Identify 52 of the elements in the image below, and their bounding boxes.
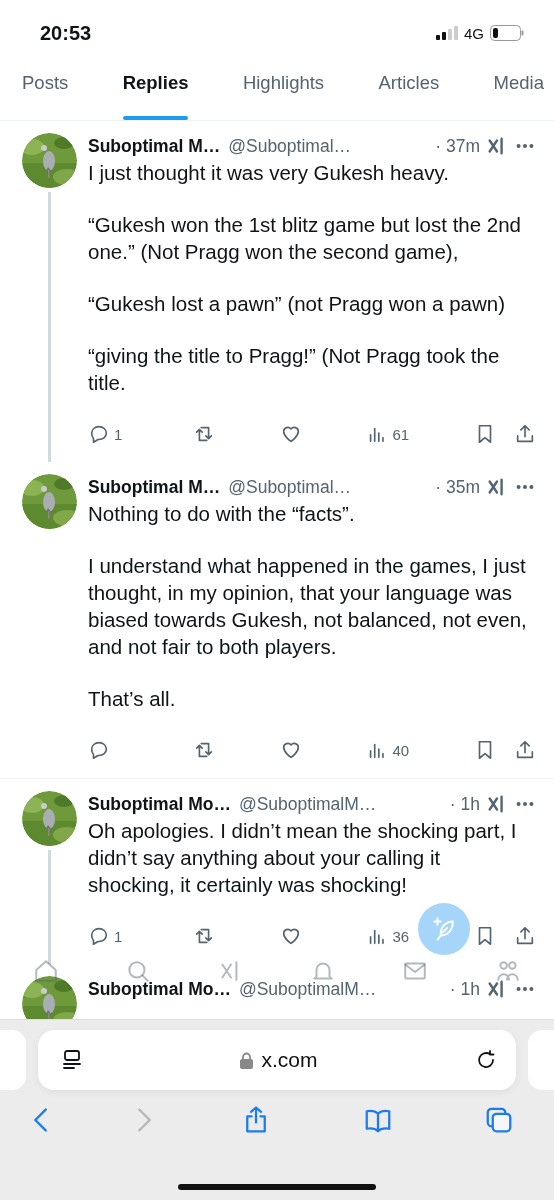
author-name: Suboptimal Mo… — [88, 978, 231, 1000]
battery-icon — [490, 25, 524, 41]
back-button[interactable] — [34, 1108, 47, 1132]
clock-time: 20:53 — [40, 21, 92, 45]
post-time: · 1h — [449, 978, 480, 1000]
url-text: x.com — [261, 1048, 318, 1072]
home-icon — [33, 958, 60, 984]
post-text: Oh apologies. I didn’t mean the shocking part, I didn’t say anything about your calling it shocking, it certainly was shocking! — [88, 818, 518, 898]
post-text: That’s all. — [88, 686, 177, 712]
author-name: Suboptimal Mo… — [88, 793, 231, 815]
author-handle: @Suboptimal… — [228, 476, 352, 498]
post-text: “Gukesh won the 1st blitz game but lost the 2nd one.” (Not Pragg won the second game), — [88, 212, 523, 265]
share-icon[interactable] — [514, 423, 536, 445]
share-icon[interactable] — [514, 739, 536, 761]
profile-tab[interactable]: Articles — [378, 66, 440, 120]
profile-tab[interactable]: Posts — [22, 66, 69, 120]
author-name: Suboptimal M… — [88, 135, 221, 157]
chevron-left-icon — [34, 1108, 47, 1132]
feather-plus-icon — [431, 916, 457, 942]
share-icon[interactable] — [514, 925, 536, 947]
signal-icon — [436, 26, 458, 40]
reply-icon — [88, 423, 110, 445]
reply-icon — [88, 925, 110, 947]
post-text: Nothing to do with the “facts”. — [88, 501, 356, 527]
post-time: · 1h — [449, 793, 480, 815]
author-handle: @Suboptimal… — [228, 135, 352, 157]
post-time: · 37m — [435, 135, 480, 157]
post-text: I just thought it was very Gukesh heavy. — [88, 160, 450, 186]
reader-icon — [60, 1048, 84, 1072]
views-button[interactable]: 36 — [366, 925, 410, 947]
reply-button[interactable]: 1 — [88, 925, 128, 947]
address-bar[interactable]: x.com — [38, 1030, 516, 1090]
post-time: · 35m — [435, 476, 480, 498]
author-handle: @SuboptimalM… — [238, 793, 377, 815]
profile-tab[interactable]: Highlights — [242, 66, 325, 120]
profile-tab[interactable]: Media — [493, 66, 544, 120]
views-button[interactable]: 61 — [366, 423, 410, 445]
post-text: “giving the title to Pragg!” (Not Pragg took the title. — [88, 343, 501, 396]
chevron-right-icon — [137, 1108, 151, 1132]
reply-icon — [88, 739, 110, 761]
author-handle: @SuboptimalM… — [238, 978, 377, 1000]
post-text: “Gukesh lost a pawn” (not Pragg won a pawn) — [88, 291, 507, 317]
views-button[interactable]: 40 — [366, 739, 410, 761]
profile-tab[interactable]: Replies — [122, 66, 189, 120]
lock-icon — [240, 1051, 254, 1069]
reply-button[interactable]: 1 — [88, 423, 128, 445]
network-label: 4G — [464, 24, 484, 42]
tabs-button[interactable] — [484, 1105, 514, 1135]
people-icon — [494, 958, 521, 984]
search-icon — [125, 958, 152, 984]
author-name: Suboptimal M… — [88, 476, 221, 498]
post-text: I understand what happened in the games, I just thought, in my opinion, that your language was biased towards Gukesh, not balanced, not even, and not fair to both players. — [88, 553, 528, 660]
